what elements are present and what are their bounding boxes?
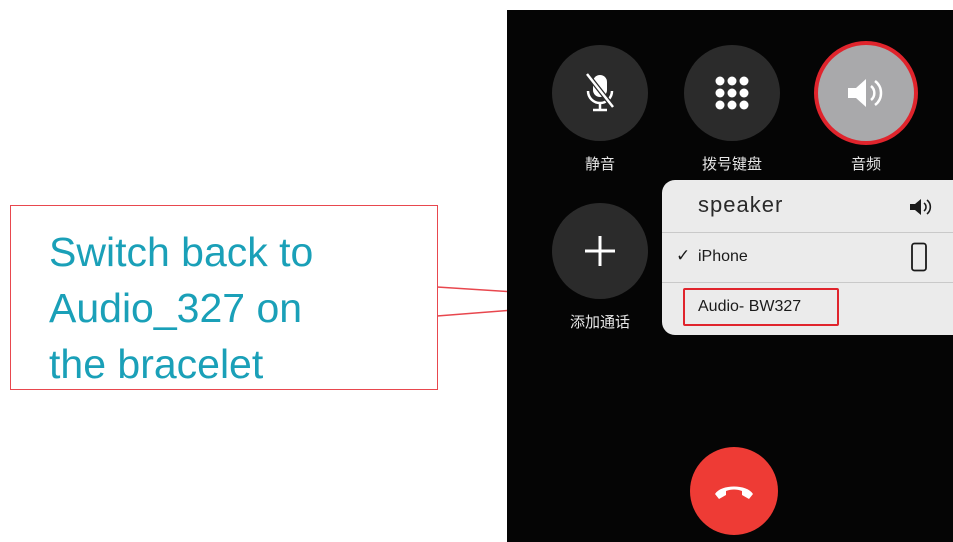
speaker-option-label: speaker (698, 192, 784, 217)
bw327-option-label: Audio- BW327 (698, 298, 802, 315)
audio-label: 音频 (850, 155, 881, 173)
muted-microphone-icon (585, 72, 615, 112)
iphone-option-label: iPhone (698, 248, 748, 265)
plus-icon (585, 236, 615, 266)
mute-label: 静音 (584, 155, 615, 173)
end-call-button[interactable] (690, 447, 778, 535)
speaker-icon (910, 199, 932, 215)
keypad-label: 拨号键盘 (701, 155, 762, 173)
audio-route-button[interactable] (818, 45, 914, 141)
menu-item-speaker[interactable]: speaker (662, 180, 953, 232)
iphone-icon (911, 242, 927, 272)
instruction-callout: Switch back to Audio_327 on the bracelet (10, 205, 438, 390)
speaker-volume-icon (848, 79, 883, 107)
selected-check-icon: ✓ (676, 246, 691, 266)
keypad-icon (715, 76, 749, 110)
keypad-button[interactable] (684, 45, 780, 141)
add-call-label: 添加通话 (569, 313, 630, 331)
audio-route-menu: speaker ✓ iPhone Audio- BW327 (662, 180, 953, 335)
phone-call-screen: 静音 拨号键盘 音频 添加通话 speaker ✓ iPhone Audio- … (507, 10, 953, 542)
add-call-button[interactable] (552, 203, 648, 299)
hang-up-icon (715, 486, 753, 499)
callout-text: Switch back to Audio_327 on the bracelet (49, 229, 314, 387)
mute-button[interactable] (552, 45, 648, 141)
